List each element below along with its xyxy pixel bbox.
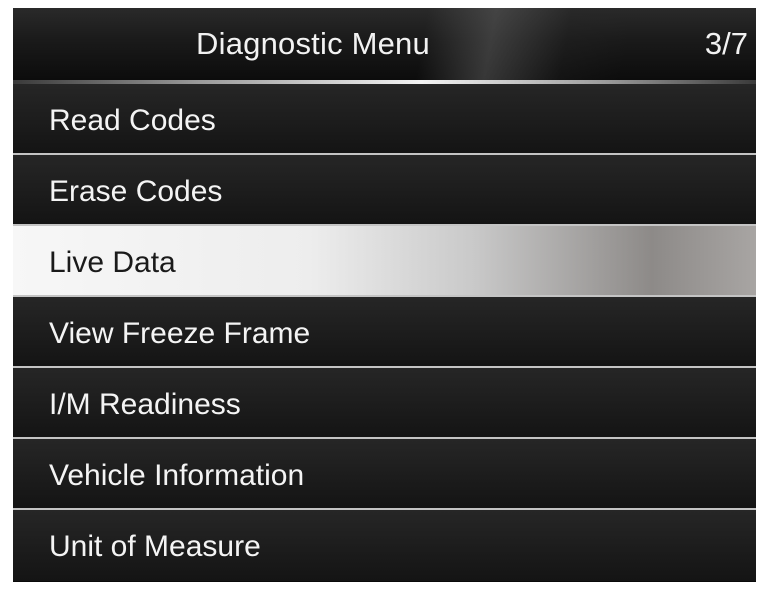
- page-title: Diagnostic Menu: [196, 26, 430, 61]
- menu-item-label: Vehicle Information: [49, 459, 305, 492]
- menu-item-view-freeze-frame[interactable]: View Freeze Frame: [13, 297, 756, 368]
- page-indicator: 3/7: [704, 26, 748, 61]
- device-screen: Diagnostic Menu 3/7 Read Codes Erase Cod…: [13, 8, 756, 582]
- menu-item-label: I/M Readiness: [49, 388, 241, 421]
- menu-item-read-codes[interactable]: Read Codes: [13, 84, 756, 155]
- menu-item-vehicle-information[interactable]: Vehicle Information: [13, 439, 756, 510]
- menu-header: Diagnostic Menu 3/7: [13, 8, 756, 80]
- menu-item-unit-of-measure[interactable]: Unit of Measure: [13, 510, 756, 581]
- diagnostic-menu-list: Read Codes Erase Codes Live Data View Fr…: [13, 84, 756, 582]
- menu-item-erase-codes[interactable]: Erase Codes: [13, 155, 756, 226]
- menu-item-label: Read Codes: [49, 104, 216, 137]
- menu-item-label: Unit of Measure: [49, 530, 261, 563]
- menu-item-label: Erase Codes: [49, 175, 223, 208]
- menu-item-label: View Freeze Frame: [49, 317, 311, 350]
- menu-item-live-data[interactable]: Live Data: [13, 226, 756, 297]
- menu-item-im-readiness[interactable]: I/M Readiness: [13, 368, 756, 439]
- menu-item-label: Live Data: [49, 246, 176, 279]
